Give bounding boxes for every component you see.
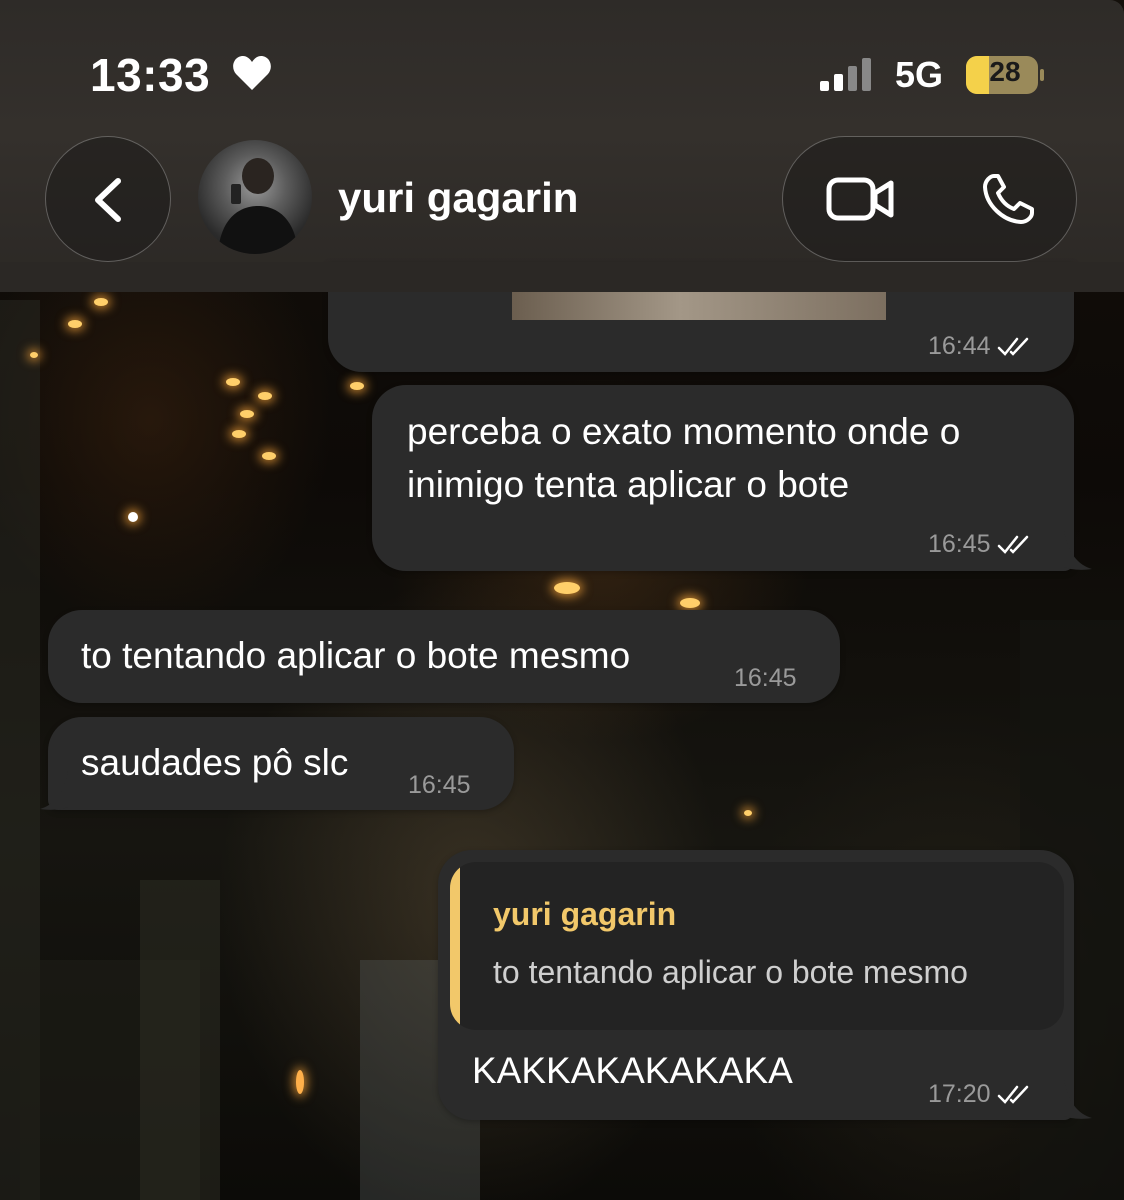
bubble-tail: [40, 771, 68, 810]
signal-icon: [820, 58, 871, 91]
reply-quote-author: yuri gagarin: [493, 896, 677, 932]
video-camera-icon[interactable]: [826, 172, 896, 226]
message-time: 16:45: [408, 771, 471, 799]
battery-level: 28: [989, 56, 1021, 87]
message-bubble-outgoing[interactable]: perceba o exato momento onde o inimigo t…: [372, 385, 1074, 571]
message-meta: 17:20: [928, 1080, 1031, 1109]
heart-icon: [233, 56, 271, 90]
reply-quote-bar: [450, 862, 460, 1030]
message-time: 17:20: [928, 1080, 991, 1108]
message-text: to tentando aplicar o bote mesmo: [81, 635, 631, 676]
bubble-tail: [1064, 1080, 1092, 1119]
reply-quote-text: to tentando aplicar o bote mesmo: [493, 954, 968, 990]
double-check-icon: [997, 535, 1028, 554]
message-time: 16:45: [734, 664, 797, 692]
message-text: KAKKAKAKAKAKA: [472, 1050, 793, 1091]
message-time: 16:44: [928, 332, 991, 360]
bubble-tail: [1064, 531, 1092, 570]
message-bubble-incoming[interactable]: saudades pô slc 16:45: [48, 717, 514, 810]
status-time: 13:33: [90, 49, 211, 101]
header-edge: [0, 262, 1124, 292]
avatar[interactable]: [198, 140, 312, 254]
contact-name[interactable]: yuri gagarin: [338, 174, 578, 222]
double-check-icon: [997, 1085, 1028, 1104]
phone-icon[interactable]: [980, 172, 1036, 226]
message-text-line: inimigo tenta aplicar o bote: [407, 464, 850, 505]
message-text: saudades pô slc: [81, 742, 349, 783]
message-meta: 16:45: [928, 530, 1031, 559]
message-meta: 16:44: [928, 332, 1031, 361]
reply-quote[interactable]: yuri gagarin to tentando aplicar o bote …: [450, 862, 1064, 1030]
media-thumbnail[interactable]: [512, 292, 886, 320]
network-type: 5G: [895, 54, 944, 95]
message-time: 16:45: [928, 530, 991, 558]
double-check-icon: [997, 337, 1028, 356]
message-text-line: perceba o exato momento onde o: [407, 411, 961, 452]
message-bubble-incoming[interactable]: to tentando aplicar o bote mesmo 16:45: [48, 610, 840, 703]
chat-header: 13:33 5G 28 yuri gagarin: [0, 0, 1124, 292]
chevron-left-icon: [95, 178, 121, 222]
back-button[interactable]: [45, 136, 171, 262]
